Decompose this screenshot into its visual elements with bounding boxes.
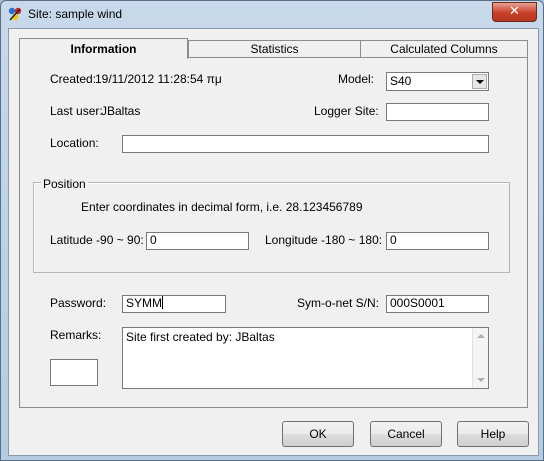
- remarks-textarea[interactable]: Site first created by: JBaltas: [122, 327, 489, 389]
- longitude-label: Longitude -180 ~ 180:: [265, 233, 383, 247]
- last-user-label: Last user:: [50, 104, 103, 118]
- remarks-label: Remarks:: [50, 328, 102, 342]
- created-value: 19/11/2012 11:28:54 πμ: [95, 72, 222, 86]
- created-label: Created:: [50, 72, 97, 86]
- ok-button[interactable]: OK: [282, 421, 354, 447]
- latitude-label: Latitude -90 ~ 90:: [50, 233, 144, 247]
- logger-site-label: Logger Site:: [314, 104, 379, 118]
- password-label: Password:: [50, 296, 107, 310]
- title-bar[interactable]: Site: sample wind ✕: [1, 1, 543, 27]
- location-input[interactable]: [122, 135, 489, 153]
- close-icon: ✕: [509, 4, 520, 19]
- scroll-down-icon[interactable]: [477, 378, 485, 382]
- window-title: Site: sample wind: [28, 7, 123, 21]
- symonet-label: Sym-o-net S/N:: [297, 296, 380, 310]
- close-button[interactable]: ✕: [492, 2, 537, 22]
- remarks-text: Site first created by: JBaltas: [126, 330, 275, 344]
- longitude-input[interactable]: 0: [386, 232, 489, 250]
- dialog-window: Site: sample wind ✕ Information Statisti…: [0, 0, 544, 461]
- password-input[interactable]: SYMM: [122, 295, 226, 313]
- dialog-client: Information Statistics Calculated Column…: [8, 28, 539, 456]
- model-label: Model:: [338, 72, 375, 86]
- logger-site-input[interactable]: [386, 103, 489, 121]
- model-select-value: S40: [390, 74, 412, 88]
- scroll-up-icon[interactable]: [477, 334, 485, 338]
- remarks-scrollbar[interactable]: [472, 328, 488, 388]
- position-group-title: Position: [41, 177, 88, 191]
- position-groupbox: [33, 182, 510, 273]
- latitude-input[interactable]: 0: [146, 232, 249, 250]
- symonet-input[interactable]: 000S0001: [386, 295, 489, 313]
- password-value: SYMM: [126, 296, 162, 310]
- last-user-value: JBaltas: [101, 104, 141, 118]
- text-caret: [162, 296, 163, 309]
- chevron-down-icon[interactable]: [472, 74, 487, 89]
- model-select[interactable]: S40: [386, 72, 489, 91]
- help-button[interactable]: Help: [457, 421, 529, 447]
- cancel-button[interactable]: Cancel: [370, 421, 442, 447]
- remarks-side-box[interactable]: [50, 359, 98, 386]
- location-label: Location:: [50, 136, 99, 150]
- coordinates-hint: Enter coordinates in decimal form, i.e. …: [81, 200, 363, 214]
- app-logo-icon: [8, 7, 22, 21]
